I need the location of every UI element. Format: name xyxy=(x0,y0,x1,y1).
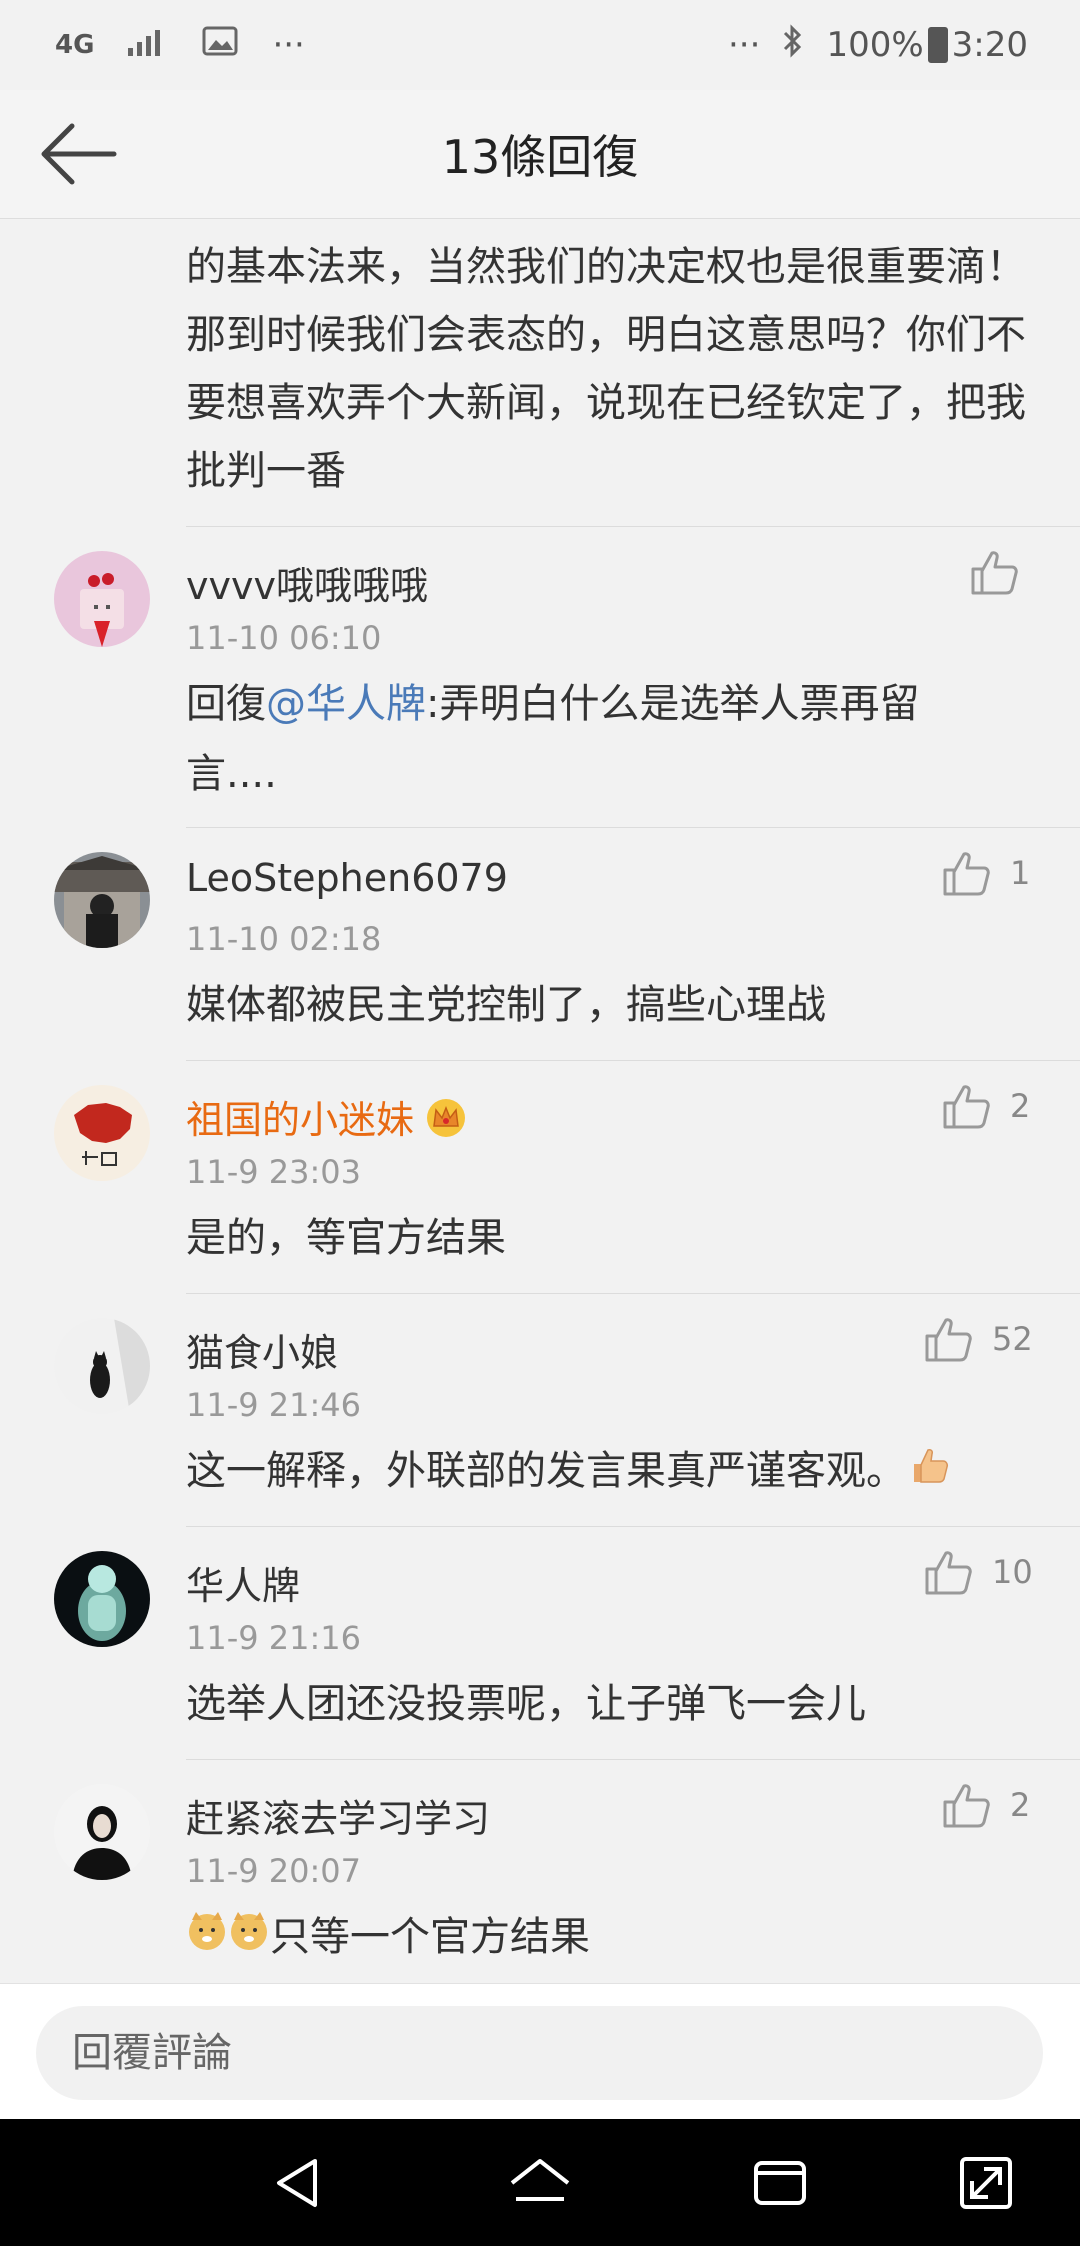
building-avatar-icon xyxy=(54,852,150,948)
comment-item[interactable]: 赶紧滚去学习学习 11-9 20:07 2 只等一个官方结果 xyxy=(0,1760,1080,1983)
mention-link[interactable]: @华人牌 xyxy=(266,681,426,727)
comment-time: 11-9 23:03 xyxy=(186,1153,362,1191)
nav-back-button[interactable] xyxy=(265,2147,337,2219)
like-button[interactable]: 2 xyxy=(942,1083,1030,1129)
user-avatar[interactable] xyxy=(54,551,150,647)
thumbs-up-icon xyxy=(943,852,990,896)
back-button[interactable] xyxy=(40,116,120,192)
comment-time: 11-10 06:10 xyxy=(186,619,382,657)
comment-text: 只等一个官方结果 xyxy=(186,1902,1006,1974)
comment-time: 11-9 20:07 xyxy=(186,1852,362,1890)
like-count: 10 xyxy=(992,1553,1033,1591)
expand-icon xyxy=(960,2157,1012,2209)
user-name[interactable]: vvvv哦哦哦哦 xyxy=(186,555,428,610)
user-avatar[interactable] xyxy=(54,1551,150,1647)
header-bar: 13條回復 xyxy=(0,90,1080,219)
thumbs-up-icon xyxy=(943,1784,990,1828)
comment-item[interactable]: 华人牌 11-9 21:16 10 选举人团还没投票呢，让子弹飞一会儿 xyxy=(0,1527,1080,1759)
comment-item[interactable]: LeoStephen6079 11-10 02:18 1 媒体都被民主党控制了，… xyxy=(0,828,1080,1060)
reply-input[interactable] xyxy=(36,2006,1043,2100)
battery-icon xyxy=(927,27,948,63)
home-icon xyxy=(510,2159,570,2201)
signal-icon xyxy=(128,25,168,65)
thumbs-up-icon xyxy=(943,1085,990,1129)
user-name[interactable]: 祖国的小迷妹 xyxy=(186,1089,468,1147)
reply-prefix: 回復 xyxy=(186,681,266,727)
continued-comment-text: 但是没有任何要改定的意思，这还是要按照美国的基本法来，当然我们的决定权也是很重要… xyxy=(186,219,1026,494)
status-bar: 4G ··· ··· 100% 3:20 xyxy=(0,0,1080,90)
bluetooth-icon xyxy=(782,23,804,68)
user-name[interactable]: 华人牌 xyxy=(186,1555,300,1610)
like-count: 1 xyxy=(1010,854,1031,892)
cat-avatar-icon xyxy=(54,1318,150,1414)
page-title: 13條回復 xyxy=(441,130,639,184)
back-arrow-icon xyxy=(41,123,117,185)
comment-text: 是的，等官方结果 xyxy=(186,1215,506,1261)
like-button[interactable]: 52 xyxy=(924,1316,1033,1362)
recents-icon xyxy=(754,2161,806,2205)
comment-item[interactable]: 祖国的小迷妹 11-9 23:03 2 是的，等官方结果 xyxy=(0,1061,1080,1293)
like-button[interactable]: 10 xyxy=(924,1549,1033,1595)
nav-back-icon xyxy=(277,2159,317,2207)
navigation-bar xyxy=(0,2119,1080,2246)
crown-icon xyxy=(424,1098,468,1147)
user-name[interactable]: 猫食小娘 xyxy=(186,1322,338,1377)
image-icon xyxy=(202,25,238,65)
comment-list[interactable]: 但是没有任何要改定的意思，这还是要按照美国的基本法来，当然我们的决定权也是很重要… xyxy=(0,219,1080,1983)
more-notifications: ··· xyxy=(272,25,305,65)
thumbs-up-icon xyxy=(971,551,1018,595)
comment-time: 11-10 02:18 xyxy=(186,920,382,958)
thumbs-up-icon xyxy=(925,1551,972,1595)
user-avatar[interactable] xyxy=(54,1784,150,1880)
comment-body: 只等一个官方结果 xyxy=(270,1914,590,1960)
like-count: 52 xyxy=(992,1320,1033,1358)
like-button[interactable] xyxy=(970,549,1038,595)
user-name[interactable]: 赶紧滚去学习学习 xyxy=(186,1788,490,1843)
thumbs-up-icon xyxy=(925,1318,972,1362)
more-status: ··· xyxy=(728,25,761,65)
user-avatar[interactable] xyxy=(54,1085,150,1181)
comment-text: 媒体都被民主党控制了，搞些心理战 xyxy=(186,982,826,1028)
comment-item[interactable]: vvvv哦哦哦哦 11-10 06:10 回復@华人牌:弄明白什么是选举人票再留… xyxy=(0,527,1080,827)
nav-expand-button[interactable] xyxy=(950,2147,1022,2219)
nav-recents-button[interactable] xyxy=(744,2147,816,2219)
user-name-text: 祖国的小迷妹 xyxy=(186,1098,415,1142)
thumbs-up-emoji-icon xyxy=(910,1438,950,1508)
network-indicator: 4G xyxy=(55,30,95,60)
like-count: 2 xyxy=(1010,1786,1031,1824)
comment-text: 这一解释，外联部的发言果真严谨客观。 xyxy=(186,1436,1006,1508)
portrait-avatar-icon xyxy=(54,1784,150,1880)
user-name[interactable]: LeoStephen6079 xyxy=(186,856,508,900)
ice-figure-avatar-icon xyxy=(54,1551,150,1647)
like-button[interactable]: 2 xyxy=(942,1782,1030,1828)
user-avatar[interactable] xyxy=(54,1318,150,1414)
cake-avatar-icon xyxy=(54,551,150,647)
comment-time: 11-9 21:46 xyxy=(186,1386,362,1424)
like-count: 2 xyxy=(1010,1087,1031,1125)
comment-time: 11-9 21:16 xyxy=(186,1619,362,1657)
comment-text: 选举人团还没投票呢，让子弹飞一会儿 xyxy=(186,1681,866,1727)
user-avatar[interactable] xyxy=(54,852,150,948)
comment-item[interactable]: 猫食小娘 11-9 21:46 52 这一解释，外联部的发言果真严谨客观。 xyxy=(0,1294,1080,1526)
china-map-avatar-icon xyxy=(54,1085,150,1181)
like-button[interactable]: 1 xyxy=(942,850,1030,896)
battery-percent: 100% xyxy=(826,25,924,65)
comment-text: 回復@华人牌:弄明白什么是选举人票再留言.... xyxy=(186,669,1006,809)
doge-emoji-icon xyxy=(186,1904,270,1974)
clock: 3:20 xyxy=(951,25,1028,65)
reply-bar xyxy=(0,1983,1080,2120)
nav-home-button[interactable] xyxy=(504,2147,576,2219)
comment-body: 这一解释，外联部的发言果真严谨客观。 xyxy=(186,1448,906,1494)
